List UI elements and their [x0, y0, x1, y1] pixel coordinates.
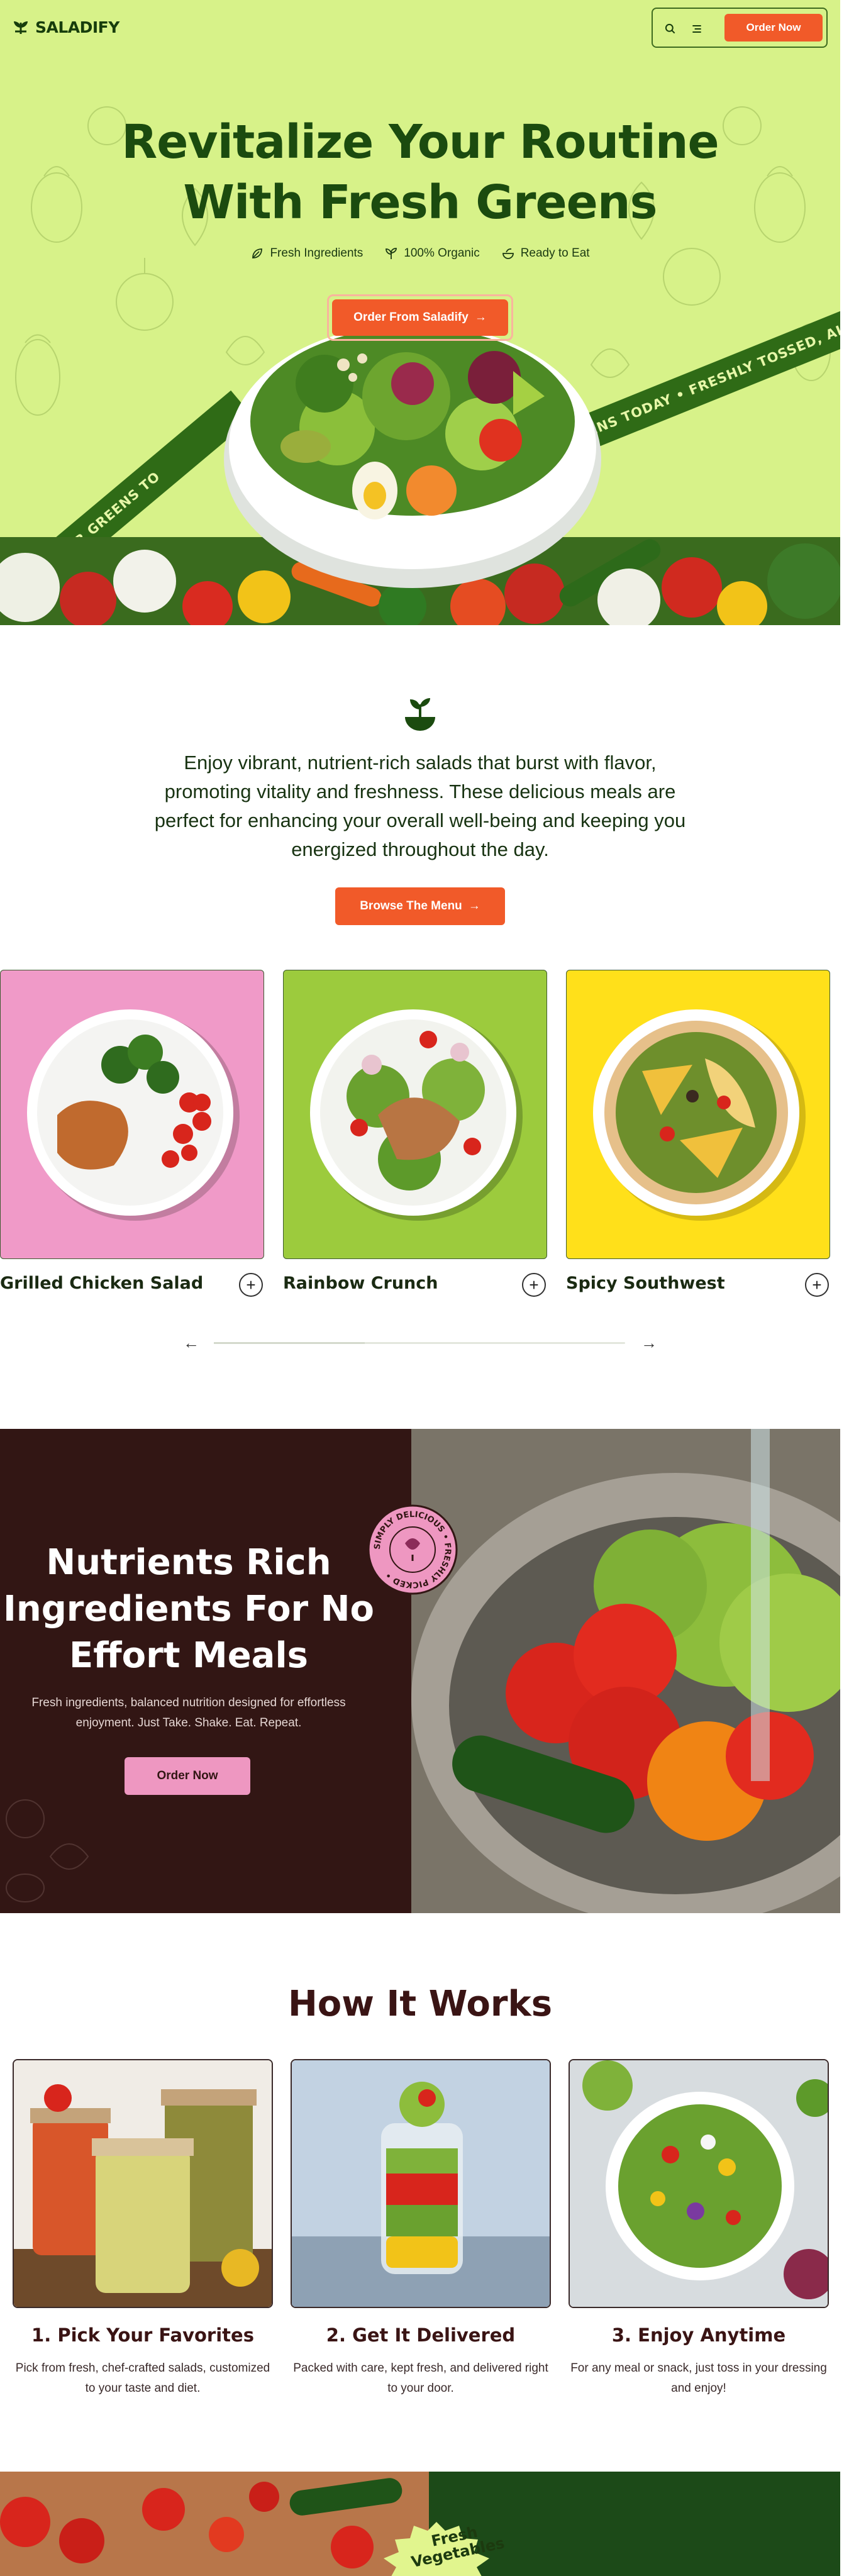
browse-menu-label: Browse The Menu	[360, 899, 462, 913]
hero-title: Revitalize Your Routine With Fresh Green…	[0, 112, 840, 233]
salad-bowl-image	[224, 324, 601, 588]
cta-label: Order From Saladify	[353, 311, 469, 324]
grilled-chicken-plate-image	[27, 1009, 240, 1221]
spicy-southwest-bowl-image	[593, 1009, 806, 1221]
top-navigation: SALADIFY Order Now	[0, 0, 840, 58]
feature-organic: 100% Organic	[384, 247, 480, 260]
leaf-logo-icon	[14, 21, 28, 34]
nutrients-title: Nutrients Rich Ingredients For No Effort…	[3, 1542, 375, 1676]
arrow-right-icon: →	[468, 899, 480, 913]
feature-label: Ready to Eat	[520, 247, 590, 260]
salad-jar-image	[292, 2060, 550, 2307]
menu-item-name[interactable]: Rainbow Crunch	[283, 1274, 438, 1293]
nutrients-description: Fresh ingredients, balanced nutrition de…	[31, 1696, 346, 1729]
carousel-progress-track[interactable]	[214, 1342, 625, 1344]
step-description: For any meal or snack, just toss in your…	[570, 2362, 827, 2395]
nutrients-order-button[interactable]: Order Now	[125, 1757, 250, 1795]
menu-lines-icon[interactable]	[689, 21, 704, 36]
step-card-deliver	[291, 2059, 551, 2308]
brand-logo[interactable]: SALADIFY	[11, 18, 119, 36]
feature-fresh: Fresh Ingredients	[250, 247, 363, 260]
carousel-next-arrow-icon[interactable]: →	[636, 1331, 662, 1354]
hero-title-line2: With Fresh Greens	[183, 175, 657, 230]
salad-plate-image	[570, 2060, 828, 2307]
hero-title-line1: Revitalize Your Routine	[121, 115, 719, 169]
step-title: 3. Enjoy Anytime	[611, 2324, 786, 2346]
tomatoes-image	[0, 2472, 429, 2576]
step-card-pick	[13, 2059, 273, 2308]
step-title: 1. Pick Your Favorites	[31, 2324, 254, 2346]
hero-cta-frame: Order From Saladify →	[327, 294, 513, 341]
rainbow-crunch-plate-image	[310, 1009, 523, 1221]
leaf-icon	[252, 248, 263, 258]
add-to-cart-plus-icon[interactable]: +	[805, 1273, 829, 1297]
step-card-enjoy	[569, 2059, 829, 2308]
step-title: 2. Get It Delivered	[326, 2324, 516, 2346]
doodle-decoration	[6, 1799, 89, 1902]
tomatoes-photo	[0, 2472, 429, 2576]
nav-order-button[interactable]: Order Now	[724, 14, 823, 42]
hero-section: SALADIFY Order Now Revitalize Your Routi…	[0, 0, 840, 625]
nutrients-section: Nutrients Rich Ingredients For No Effort…	[0, 1429, 840, 1913]
order-from-saladify-button[interactable]: Order From Saladify →	[332, 299, 508, 336]
feature-ready: Ready to Eat	[501, 247, 590, 260]
brand-name: SALADIFY	[35, 18, 119, 36]
how-it-works-title: How It Works	[287, 1984, 553, 2024]
pickled-jars-image	[14, 2060, 272, 2307]
add-to-cart-plus-icon[interactable]: +	[522, 1273, 546, 1297]
add-to-cart-plus-icon[interactable]: +	[239, 1273, 263, 1297]
salad-sprout-icon	[405, 698, 435, 731]
feature-label: Fresh Ingredients	[270, 247, 363, 260]
menu-card-grilled-chicken[interactable]	[0, 970, 264, 1259]
washed-vegetables-image	[411, 1429, 840, 1913]
arrow-right-icon: →	[474, 311, 487, 324]
vegetables-photo	[411, 1429, 840, 1913]
nav-actions: Order Now	[652, 8, 828, 48]
bowl-icon	[502, 248, 514, 259]
step-description: Packed with care, kept fresh, and delive…	[293, 2362, 548, 2395]
menu-card-rainbow-crunch[interactable]	[283, 970, 547, 1259]
browse-menu-button[interactable]: Browse The Menu →	[335, 887, 505, 925]
simply-delicious-badge: SIMPLY DELICIOUS • FRESHLY PICKED •	[367, 1504, 458, 1595]
feature-label: 100% Organic	[404, 247, 480, 260]
sprout-icon	[386, 248, 397, 259]
menu-card-spicy-southwest[interactable]	[566, 970, 830, 1259]
search-icon[interactable]	[663, 21, 678, 36]
step-description: Pick from fresh, chef-crafted salads, cu…	[15, 2362, 270, 2395]
carousel-progress-fill	[214, 1342, 365, 1344]
menu-item-name[interactable]: Spicy Southwest	[566, 1274, 725, 1293]
intro-paragraph: Enjoy vibrant, nutrient-rich salads that…	[154, 752, 686, 860]
menu-item-name[interactable]: Grilled Chicken Salad	[0, 1274, 203, 1293]
hero-features: Fresh Ingredients 100% Organic Ready to …	[0, 247, 840, 260]
carousel-prev-arrow-icon[interactable]: ←	[179, 1331, 204, 1354]
nutrients-text-panel: Nutrients Rich Ingredients For No Effort…	[0, 1429, 411, 1913]
